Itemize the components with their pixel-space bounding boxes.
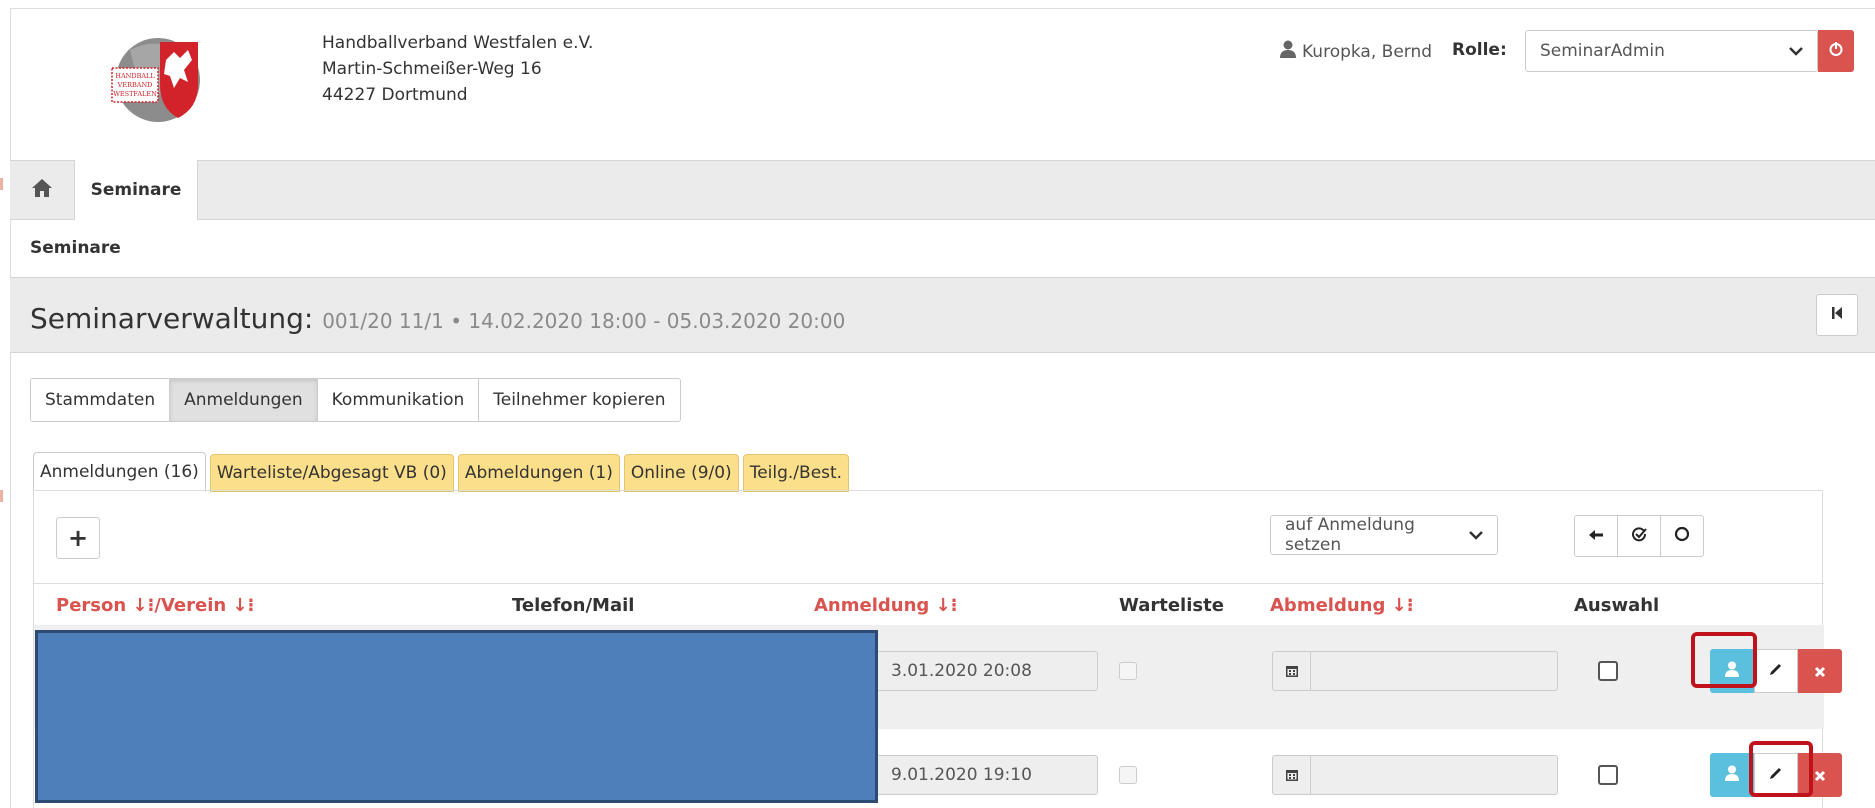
col-person[interactable]: Person ↓⁝/Verein ↓⁝ bbox=[56, 595, 254, 616]
collapse-button[interactable] bbox=[1816, 294, 1858, 336]
col-auswahl: Auswahl bbox=[1574, 595, 1660, 616]
bulk-actions bbox=[1574, 515, 1704, 557]
col-abmeldung[interactable]: Abmeldung ↓⁝ bbox=[1270, 595, 1414, 616]
abmeldung-date-field[interactable] bbox=[1272, 651, 1558, 691]
col-telefon: Telefon/Mail bbox=[512, 595, 635, 616]
col-anmeldung-label: Anmeldung bbox=[814, 595, 930, 616]
select-checkbox[interactable] bbox=[1598, 765, 1618, 785]
calendar-icon[interactable] bbox=[1273, 652, 1311, 690]
warteliste-checkbox[interactable] bbox=[1119, 766, 1137, 784]
highlight-person-button bbox=[1691, 632, 1757, 688]
subtab-teilg-best[interactable]: Teilg./Best. bbox=[742, 454, 850, 492]
edge-mark bbox=[0, 490, 3, 502]
role-label: Rolle: bbox=[1452, 40, 1507, 60]
person-button[interactable] bbox=[1710, 753, 1754, 797]
logo: HANDBALL VERBAND WESTFALEN bbox=[100, 30, 210, 130]
subtab-abmeldungen[interactable]: Abmeldungen (1) bbox=[457, 454, 620, 492]
sort-icon: ↓⁝ bbox=[132, 595, 155, 616]
logout-button[interactable] bbox=[1818, 30, 1854, 72]
main-tabs: Stammdaten Anmeldungen Kommunikation Tei… bbox=[30, 378, 681, 422]
close-icon bbox=[1814, 659, 1826, 683]
org-name: Handballverband Westfalen e.V. bbox=[322, 33, 594, 53]
svg-text:WESTFALEN: WESTFALEN bbox=[113, 90, 157, 98]
sort-icon: ↓⁝ bbox=[1391, 595, 1414, 616]
svg-text:HANDBALL: HANDBALL bbox=[115, 72, 155, 80]
delete-button[interactable] bbox=[1798, 649, 1842, 693]
calendar-icon[interactable] bbox=[1273, 756, 1311, 794]
highlight-edit-button bbox=[1749, 741, 1813, 797]
power-icon bbox=[1828, 41, 1844, 62]
user-icon bbox=[1280, 40, 1296, 63]
add-button[interactable]: + bbox=[56, 517, 100, 559]
home-icon bbox=[31, 178, 53, 203]
check-circle-icon bbox=[1631, 526, 1647, 547]
arrow-left-icon bbox=[1588, 526, 1604, 546]
col-person-label: Person bbox=[56, 595, 127, 616]
page-title-sub: 001/20 11/1 • 14.02.2020 18:00 - 05.03.2… bbox=[322, 309, 846, 333]
home-tab[interactable] bbox=[10, 161, 74, 219]
col-warteliste: Warteliste bbox=[1119, 595, 1224, 616]
user-icon bbox=[1725, 765, 1739, 786]
col-anmeldung[interactable]: Anmeldung ↓⁝ bbox=[814, 595, 957, 616]
subtab-warteliste[interactable]: Warteliste/Abgesagt VB (0) bbox=[209, 454, 454, 492]
tab-anmeldungen[interactable]: Anmeldungen bbox=[169, 378, 318, 422]
apply-button[interactable] bbox=[1574, 515, 1618, 557]
col-verein-label: /Verein bbox=[154, 595, 227, 616]
status-action-select[interactable]: auf Anmeldung setzen bbox=[1270, 515, 1498, 555]
role-value: SeminarAdmin bbox=[1540, 41, 1665, 61]
user-name: Kuropka, Bernd bbox=[1302, 41, 1433, 62]
col-abmeldung-label: Abmeldung bbox=[1270, 595, 1386, 616]
abmeldung-date-field[interactable] bbox=[1272, 755, 1558, 795]
tab-stammdaten[interactable]: Stammdaten bbox=[30, 378, 171, 422]
anmeldung-date-field[interactable]: 3.01.2020 20:08 bbox=[876, 651, 1098, 691]
chevron-down-icon bbox=[1789, 41, 1803, 61]
page-title: Seminarverwaltung: 001/20 11/1 • 14.02.2… bbox=[30, 302, 845, 335]
main-navbar: Seminare bbox=[10, 160, 1875, 220]
chevron-down-icon bbox=[1469, 525, 1483, 545]
role-select[interactable]: SeminarAdmin bbox=[1525, 30, 1818, 72]
redaction-box bbox=[35, 630, 878, 803]
subtab-online[interactable]: Online (9/0) bbox=[623, 454, 739, 492]
sort-icon: ↓⁝ bbox=[935, 595, 958, 616]
org-street: Martin-Schmeißer-Weg 16 bbox=[322, 59, 542, 79]
skip-start-icon bbox=[1831, 305, 1843, 325]
circle-icon bbox=[1674, 526, 1690, 547]
tab-teilnehmer-kopieren[interactable]: Teilnehmer kopieren bbox=[478, 378, 681, 422]
warteliste-checkbox[interactable] bbox=[1119, 662, 1137, 680]
edge-mark bbox=[0, 178, 3, 190]
sort-icon: ↓⁝ bbox=[232, 595, 255, 616]
svg-text:VERBAND: VERBAND bbox=[117, 81, 153, 89]
subtab-anmeldungen[interactable]: Anmeldungen (16) bbox=[33, 452, 206, 492]
select-checkbox[interactable] bbox=[1598, 661, 1618, 681]
page-title-main: Seminarverwaltung: bbox=[30, 302, 314, 335]
close-icon bbox=[1814, 763, 1826, 787]
anmeldung-date-field[interactable]: 9.01.2020 19:10 bbox=[876, 755, 1098, 795]
org-city: 44227 Dortmund bbox=[322, 85, 468, 105]
pencil-icon bbox=[1769, 661, 1783, 681]
select-all-button[interactable] bbox=[1617, 515, 1661, 557]
sub-tabs: Anmeldungen (16) Warteliste/Abgesagt VB … bbox=[33, 452, 853, 492]
page-title-bar: Seminarverwaltung: 001/20 11/1 • 14.02.2… bbox=[10, 277, 1875, 353]
breadcrumb: Seminare bbox=[30, 238, 121, 258]
table-header: Person ↓⁝/Verein ↓⁝ Telefon/Mail Anmeldu… bbox=[34, 583, 1824, 625]
status-action-value: auf Anmeldung setzen bbox=[1285, 515, 1415, 555]
tab-kommunikation[interactable]: Kommunikation bbox=[316, 378, 480, 422]
org-address: Handballverband Westfalen e.V. Martin-Sc… bbox=[322, 30, 593, 108]
select-none-button[interactable] bbox=[1660, 515, 1704, 557]
tab-seminare[interactable]: Seminare bbox=[74, 160, 198, 220]
edit-button[interactable] bbox=[1754, 649, 1798, 693]
user-info[interactable]: Kuropka, Bernd bbox=[1280, 40, 1432, 63]
